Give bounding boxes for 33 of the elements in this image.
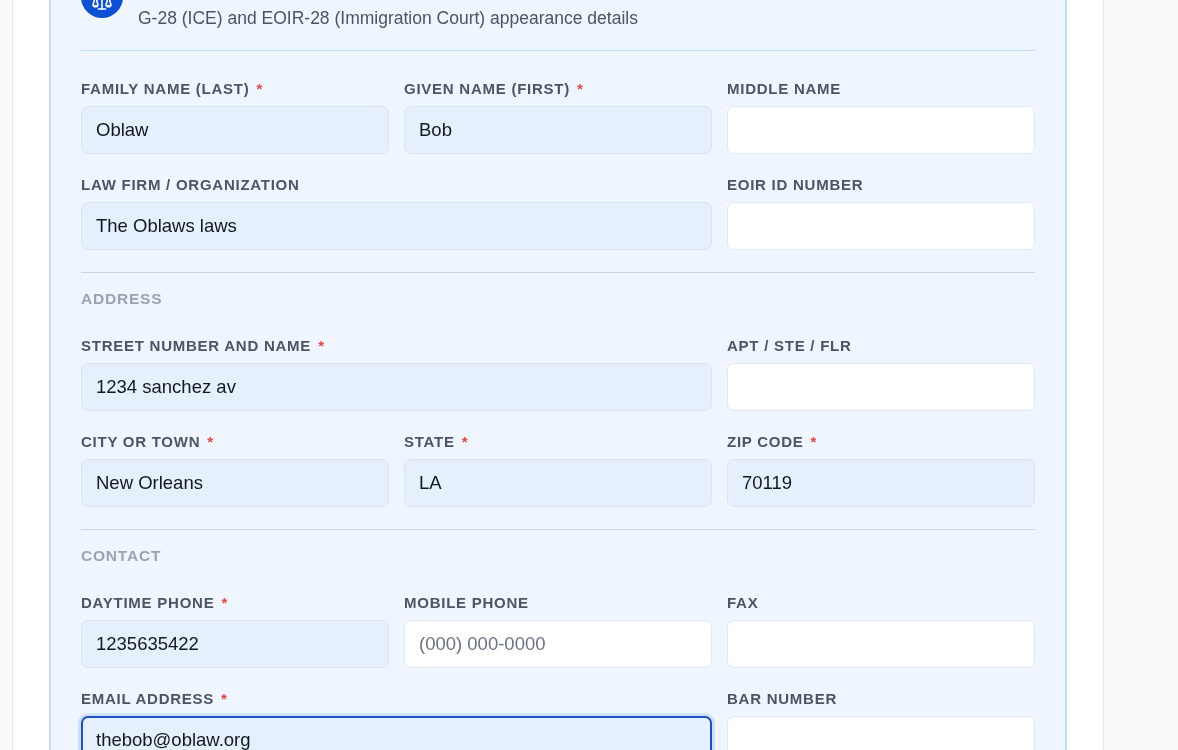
text-input[interactable]: 1235635422 [81,620,389,668]
field-label: APT / STE / FLR [727,337,852,354]
field-label: EMAIL ADDRESS * [81,690,228,707]
text-input[interactable]: LA [404,459,712,507]
text-input[interactable]: (000) 000-0000 [404,620,712,668]
field-label: MIDDLE NAME [727,80,842,97]
field-label: LAW FIRM / ORGANIZATION [81,176,300,193]
text-input[interactable]: 1234 sanchez av [81,363,712,411]
field-label: STATE * [404,433,469,450]
text-input[interactable]: Bob [404,106,712,154]
field-label: CITY OR TOWN * [81,433,214,450]
field-label: FAX [727,594,759,611]
field-label: GIVEN NAME (FIRST) * [404,80,584,97]
field-label: BAR NUMBER [727,690,837,707]
field-label: MOBILE PHONE [404,594,529,611]
text-input[interactable] [727,716,1035,750]
section-heading: CONTACT [81,548,162,564]
field-label: FAMILY NAME (LAST) * [81,80,264,97]
text-input[interactable]: Oblaw [81,106,389,154]
text-input[interactable] [727,620,1035,668]
text-input[interactable] [727,202,1035,250]
text-input[interactable]: thebob@oblaw.org [81,716,712,750]
text-input[interactable] [727,106,1035,154]
field-label: STREET NUMBER AND NAME * [81,337,325,354]
section-heading: ADDRESS [81,291,163,307]
text-input[interactable]: The Oblaws laws [81,202,712,250]
text-input[interactable]: 70119 [727,459,1035,507]
field-label: EOIR ID NUMBER [727,176,864,193]
field-label: ZIP CODE * [727,433,818,450]
text-input[interactable]: New Orleans [81,459,389,507]
text-input[interactable] [727,363,1035,411]
field-label: DAYTIME PHONE * [81,594,228,611]
card-subtitle: G-28 (ICE) and EOIR-28 (Immigration Court) appearance details [138,7,638,29]
